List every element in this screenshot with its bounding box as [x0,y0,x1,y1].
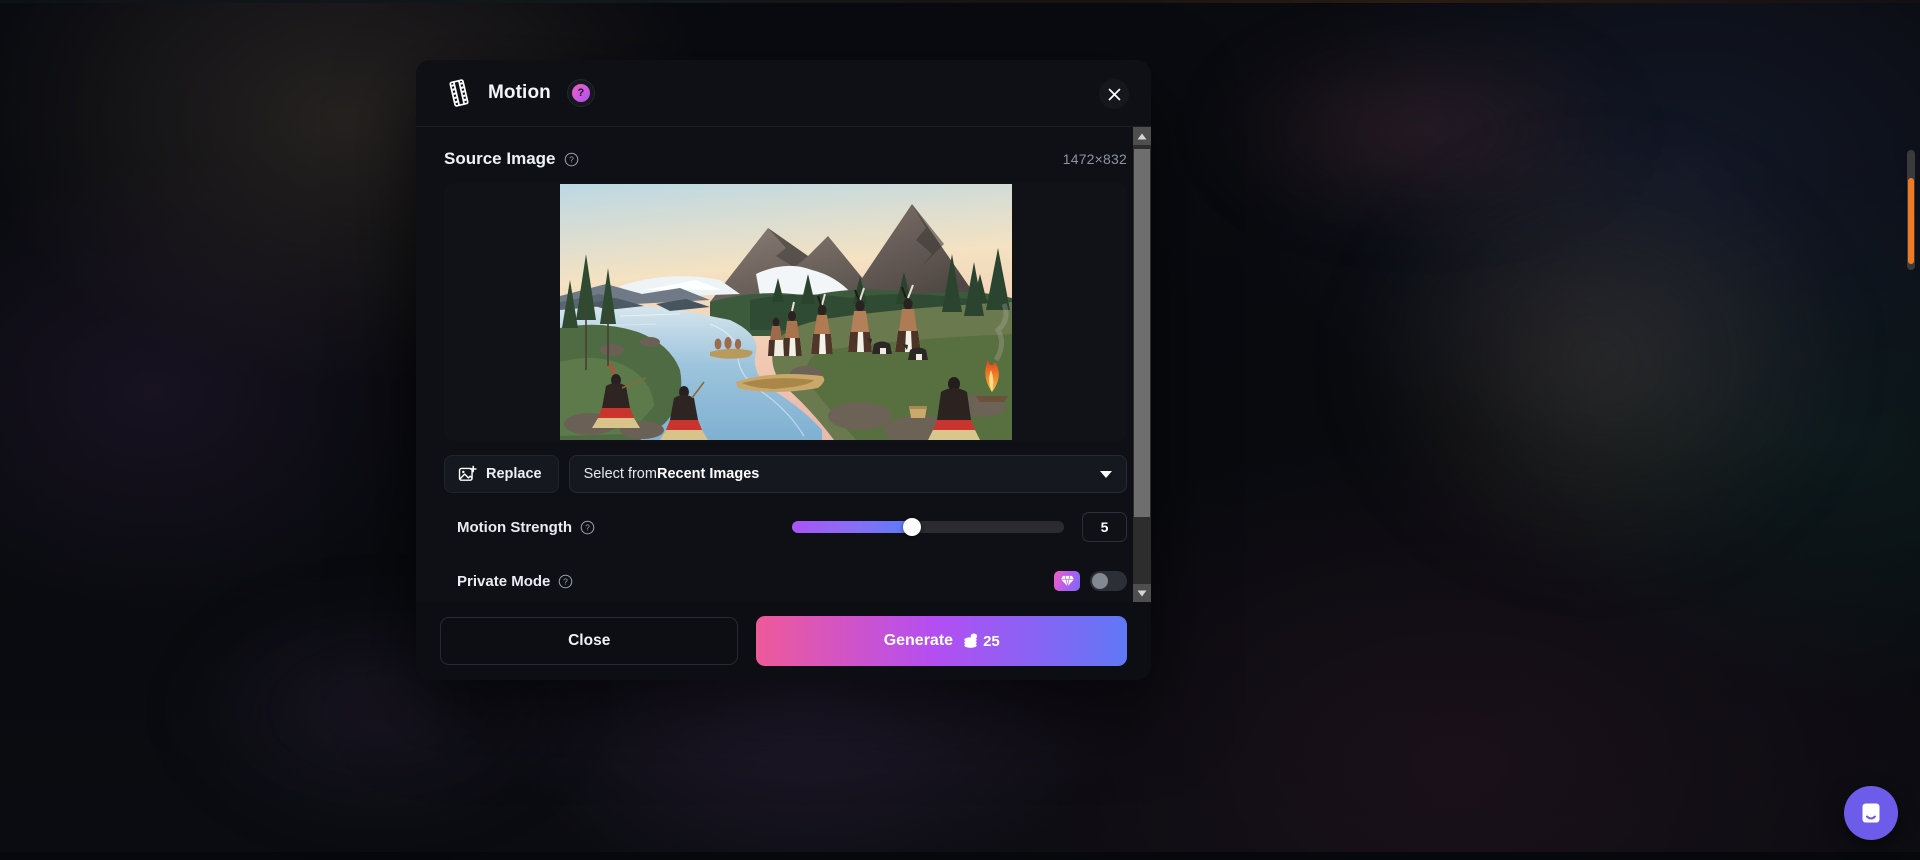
motion-strength-slider[interactable] [792,521,1064,533]
svg-text:?: ? [564,576,569,586]
modal-scrollbar[interactable] [1133,127,1151,602]
page-scrollbar[interactable] [1907,150,1915,270]
help-circle-icon[interactable]: ? [564,152,579,167]
source-image-title: Source Image [444,149,556,169]
source-image-preview[interactable] [444,183,1127,441]
modal-header: Motion ? [416,60,1151,127]
replace-image-button[interactable]: Replace [444,455,559,493]
close-modal-button[interactable] [1099,79,1129,109]
generate-cost-value: 25 [983,633,1000,650]
select-prefix-label: Select from [584,466,657,482]
svg-text:?: ? [569,154,574,164]
intercom-chat-button[interactable] [1844,786,1898,840]
close-button[interactable]: Close [440,617,738,665]
modal-footer: Close Generate 25 [416,602,1151,680]
basket [909,406,927,418]
source-image-illustration [560,184,1012,440]
select-current-value: Recent Images [657,466,759,482]
source-image-header: Source Image ? 1472×832 [444,149,1127,169]
motion-modal: Motion ? Source Image ? 1472×832 [416,60,1151,680]
private-mode-toggle[interactable] [1090,571,1127,591]
image-plus-icon [458,465,477,484]
help-circle-icon[interactable]: ? [580,520,595,535]
modal-scroll-body: Source Image ? 1472×832 [416,127,1151,602]
scroll-down-arrow-icon[interactable] [1133,584,1151,602]
close-icon [1107,87,1122,102]
motion-strength-slider-fill [792,521,912,533]
recent-images-select[interactable]: Select from Recent Images [569,455,1127,493]
film-strip-icon [444,78,474,108]
generate-button[interactable]: Generate 25 [756,616,1127,666]
help-circle-icon[interactable]: ? [558,574,573,589]
generate-button-label: Generate [884,632,953,650]
chevron-down-icon [1100,471,1112,478]
motion-strength-label: Motion Strength [457,519,572,536]
motion-strength-value[interactable]: 5 [1082,512,1127,542]
private-mode-toggle-knob [1092,573,1108,589]
header-help-button[interactable]: ? [567,79,595,107]
modal-scrollbar-thumb[interactable] [1134,149,1150,517]
svg-text:?: ? [585,522,590,532]
source-image-dimensions: 1472×832 [1063,151,1127,167]
diamond-icon [1060,574,1075,588]
private-mode-label: Private Mode [457,573,550,590]
intercom-chat-icon [1857,799,1885,827]
page-scrollbar-thumb[interactable] [1908,178,1914,264]
coin-stack-icon [962,633,979,649]
backdrop-glow-top-right [1140,0,1700,260]
scroll-up-arrow-icon[interactable] [1133,127,1151,145]
motion-strength-slider-thumb[interactable] [903,518,921,536]
help-badge-label: ? [572,84,590,102]
motion-strength-row: Motion Strength ? 5 [444,507,1127,547]
premium-badge[interactable] [1054,571,1080,591]
private-mode-row: Private Mode ? [444,561,1127,601]
replace-image-label: Replace [486,466,542,482]
page-title: Motion [488,82,551,104]
source-image-controls: Replace Select from Recent Images [444,455,1127,493]
